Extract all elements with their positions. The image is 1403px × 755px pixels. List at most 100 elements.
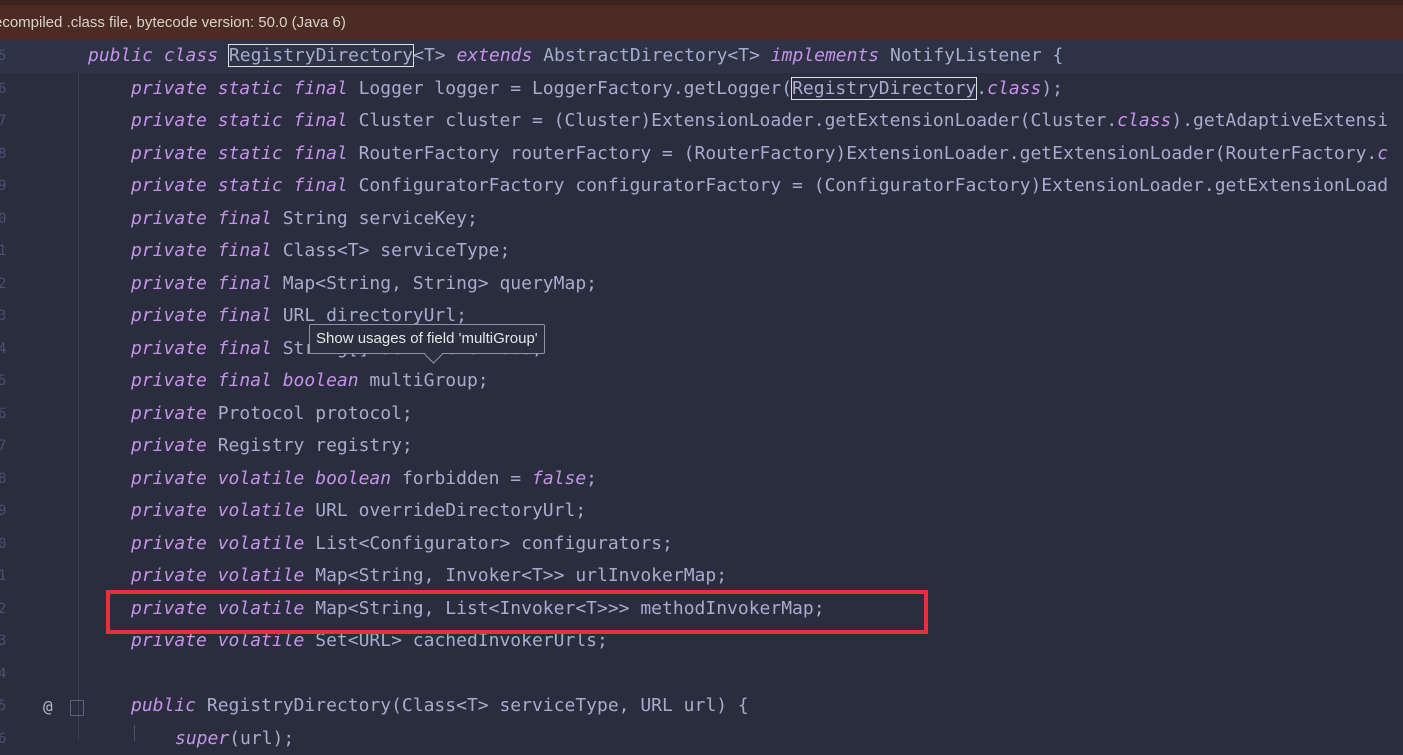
code-text: private Registry registry; (131, 430, 413, 463)
line-number: 3 (0, 300, 18, 333)
keyword-token: private (131, 435, 218, 456)
keyword-token: class (1117, 110, 1171, 131)
keyword-token: private static final (131, 78, 359, 99)
code-text: private final boolean multiGroup; (131, 365, 489, 398)
line-number: 1 (0, 235, 18, 268)
code-text: private final Class<T> serviceType; (131, 235, 510, 268)
code-token: (url); (229, 728, 294, 749)
keyword-token: c (1377, 143, 1388, 164)
code-line[interactable]: 9 private volatile URL overrideDirectoryU… (0, 495, 1403, 528)
code-line[interactable]: 7private Registry registry; (0, 430, 1403, 463)
line-number: 7 (0, 105, 18, 138)
code-token: Logger logger = LoggerFactory.getLogger( (359, 78, 792, 99)
code-text: private volatile boolean forbidden = fal… (131, 463, 597, 496)
line-number: 5 (0, 690, 18, 723)
fold-icon[interactable] (70, 700, 84, 716)
keyword-token: private final (131, 305, 283, 326)
line-number: 4 (0, 333, 18, 366)
code-token: AbstractDirectory<T> (543, 45, 771, 66)
code-line[interactable]: 6 private static final Logger logger = Lo… (0, 73, 1403, 106)
code-token: RouterFactory routerFactory = (RouterFac… (359, 143, 1378, 164)
code-line[interactable]: 8 private volatile boolean forbidden = fa… (0, 463, 1403, 496)
code-text: private static final RouterFactory route… (131, 138, 1388, 171)
code-line[interactable]: 5 private final boolean multiGroup; (0, 365, 1403, 398)
keyword-token: private volatile (131, 565, 315, 586)
code-token: URL directoryUrl; (283, 305, 467, 326)
usages-tooltip: Show usages of field 'multiGroup' (309, 324, 545, 354)
line-number: 3 (0, 625, 18, 658)
code-token: List<Configurator> configurators; (315, 533, 673, 554)
keyword-token: public class (88, 45, 229, 66)
line-number: 1 (0, 560, 18, 593)
code-text: private final Map<String, String> queryM… (131, 268, 597, 301)
keyword-token: private volatile (131, 500, 315, 521)
highlight-box (106, 590, 928, 634)
line-number: 9 (0, 170, 18, 203)
keyword-token: private final (131, 240, 283, 261)
line-number: 0 (0, 528, 18, 561)
code-line[interactable]: 8private static final RouterFactory rout… (0, 138, 1403, 171)
code-token: forbidden = (402, 468, 532, 489)
line-number: 5 (0, 365, 18, 398)
code-line[interactable]: 0 private volatile List<Configurator> con… (0, 528, 1403, 561)
line-number: 8 (0, 463, 18, 496)
code-line[interactable]: 2 private final Map<String, String> query… (0, 268, 1403, 301)
line-number: 2 (0, 593, 18, 626)
code-token: NotifyListener { (890, 45, 1063, 66)
override-annotation-icon[interactable]: @ (43, 697, 53, 716)
keyword-token: private final (131, 338, 283, 359)
identifier-match-token: RegistryDirectory (229, 45, 413, 66)
code-token: ).getAdaptiveExtensi (1171, 110, 1388, 131)
code-token: URL overrideDirectoryUrl; (315, 500, 586, 521)
code-line[interactable]: 9private static final ConfiguratorFactor… (0, 170, 1403, 203)
code-line[interactable]: 3 private final URL directoryUrl; (0, 300, 1403, 333)
line-number: 6 (0, 723, 18, 755)
line-number: 0 (0, 203, 18, 236)
tooltip-text: Show usages of field 'multiGroup' (316, 330, 538, 347)
code-token: Cluster cluster = (Cluster)ExtensionLoad… (359, 110, 1118, 131)
keyword-token: public (131, 695, 207, 716)
code-text: private static final Logger logger = Log… (131, 73, 1063, 106)
code-token: Protocol protocol; (218, 403, 413, 424)
keyword-token: private volatile boolean (131, 468, 402, 489)
code-line[interactable]: 4private final String[] serviceMethods; (0, 333, 1403, 366)
keyword-token: private (131, 403, 218, 424)
code-line[interactable]: 1 private final Class<T> serviceType; (0, 235, 1403, 268)
code-token: Map<String, String> queryMap; (283, 273, 597, 294)
keyword-token: private static final (131, 110, 359, 131)
line-number: 6 (0, 73, 18, 106)
code-text: private static final Cluster cluster = (… (131, 105, 1388, 138)
keyword-token: private final (131, 208, 283, 229)
code-text: private volatile List<Configurator> conf… (131, 528, 673, 561)
keyword-token: implements (771, 45, 890, 66)
code-token: Registry registry; (218, 435, 413, 456)
code-line[interactable]: 0 private final String serviceKey; (0, 203, 1403, 236)
code-token: Map<String, Invoker<T>> urlInvokerMap; (315, 565, 727, 586)
code-line[interactable]: 5public class RegistryDirectory<T> exten… (0, 40, 1403, 73)
code-text: public RegistryDirectory(Class<T> servic… (131, 690, 749, 723)
code-line[interactable]: 5 public RegistryDirectory(Class<T> servi… (0, 690, 1403, 723)
line-number: 9 (0, 495, 18, 528)
code-line[interactable]: 4 (0, 658, 1403, 691)
code-token: multiGroup; (369, 370, 488, 391)
line-number: 4 (0, 658, 18, 691)
code-line[interactable]: 6 super(url); (0, 723, 1403, 755)
keyword-token: super (175, 728, 229, 749)
line-number: 6 (0, 398, 18, 431)
code-token: RegistryDirectory(Class<T> serviceType, … (207, 695, 749, 716)
code-line[interactable]: 1 private volatile Map<String, Invoker<T>… (0, 560, 1403, 593)
code-line[interactable]: 6 private Protocol protocol; (0, 398, 1403, 431)
code-token: <T> (413, 45, 456, 66)
keyword-token: private final (131, 273, 283, 294)
code-line[interactable]: 7 private static final Cluster cluster = … (0, 105, 1403, 138)
banner-text: ecompiled .class file, bytecode version:… (0, 14, 346, 31)
keyword-token: private final boolean (131, 370, 369, 391)
keyword-token: extends (456, 45, 543, 66)
keyword-token: private static final (131, 143, 359, 164)
keyword-token: false (532, 468, 586, 489)
code-text: private final String serviceKey; (131, 203, 478, 236)
line-number: 2 (0, 268, 18, 301)
indent-guide (134, 725, 135, 741)
code-token: Class<T> serviceType; (283, 240, 511, 261)
keyword-token: private static final (131, 175, 359, 196)
